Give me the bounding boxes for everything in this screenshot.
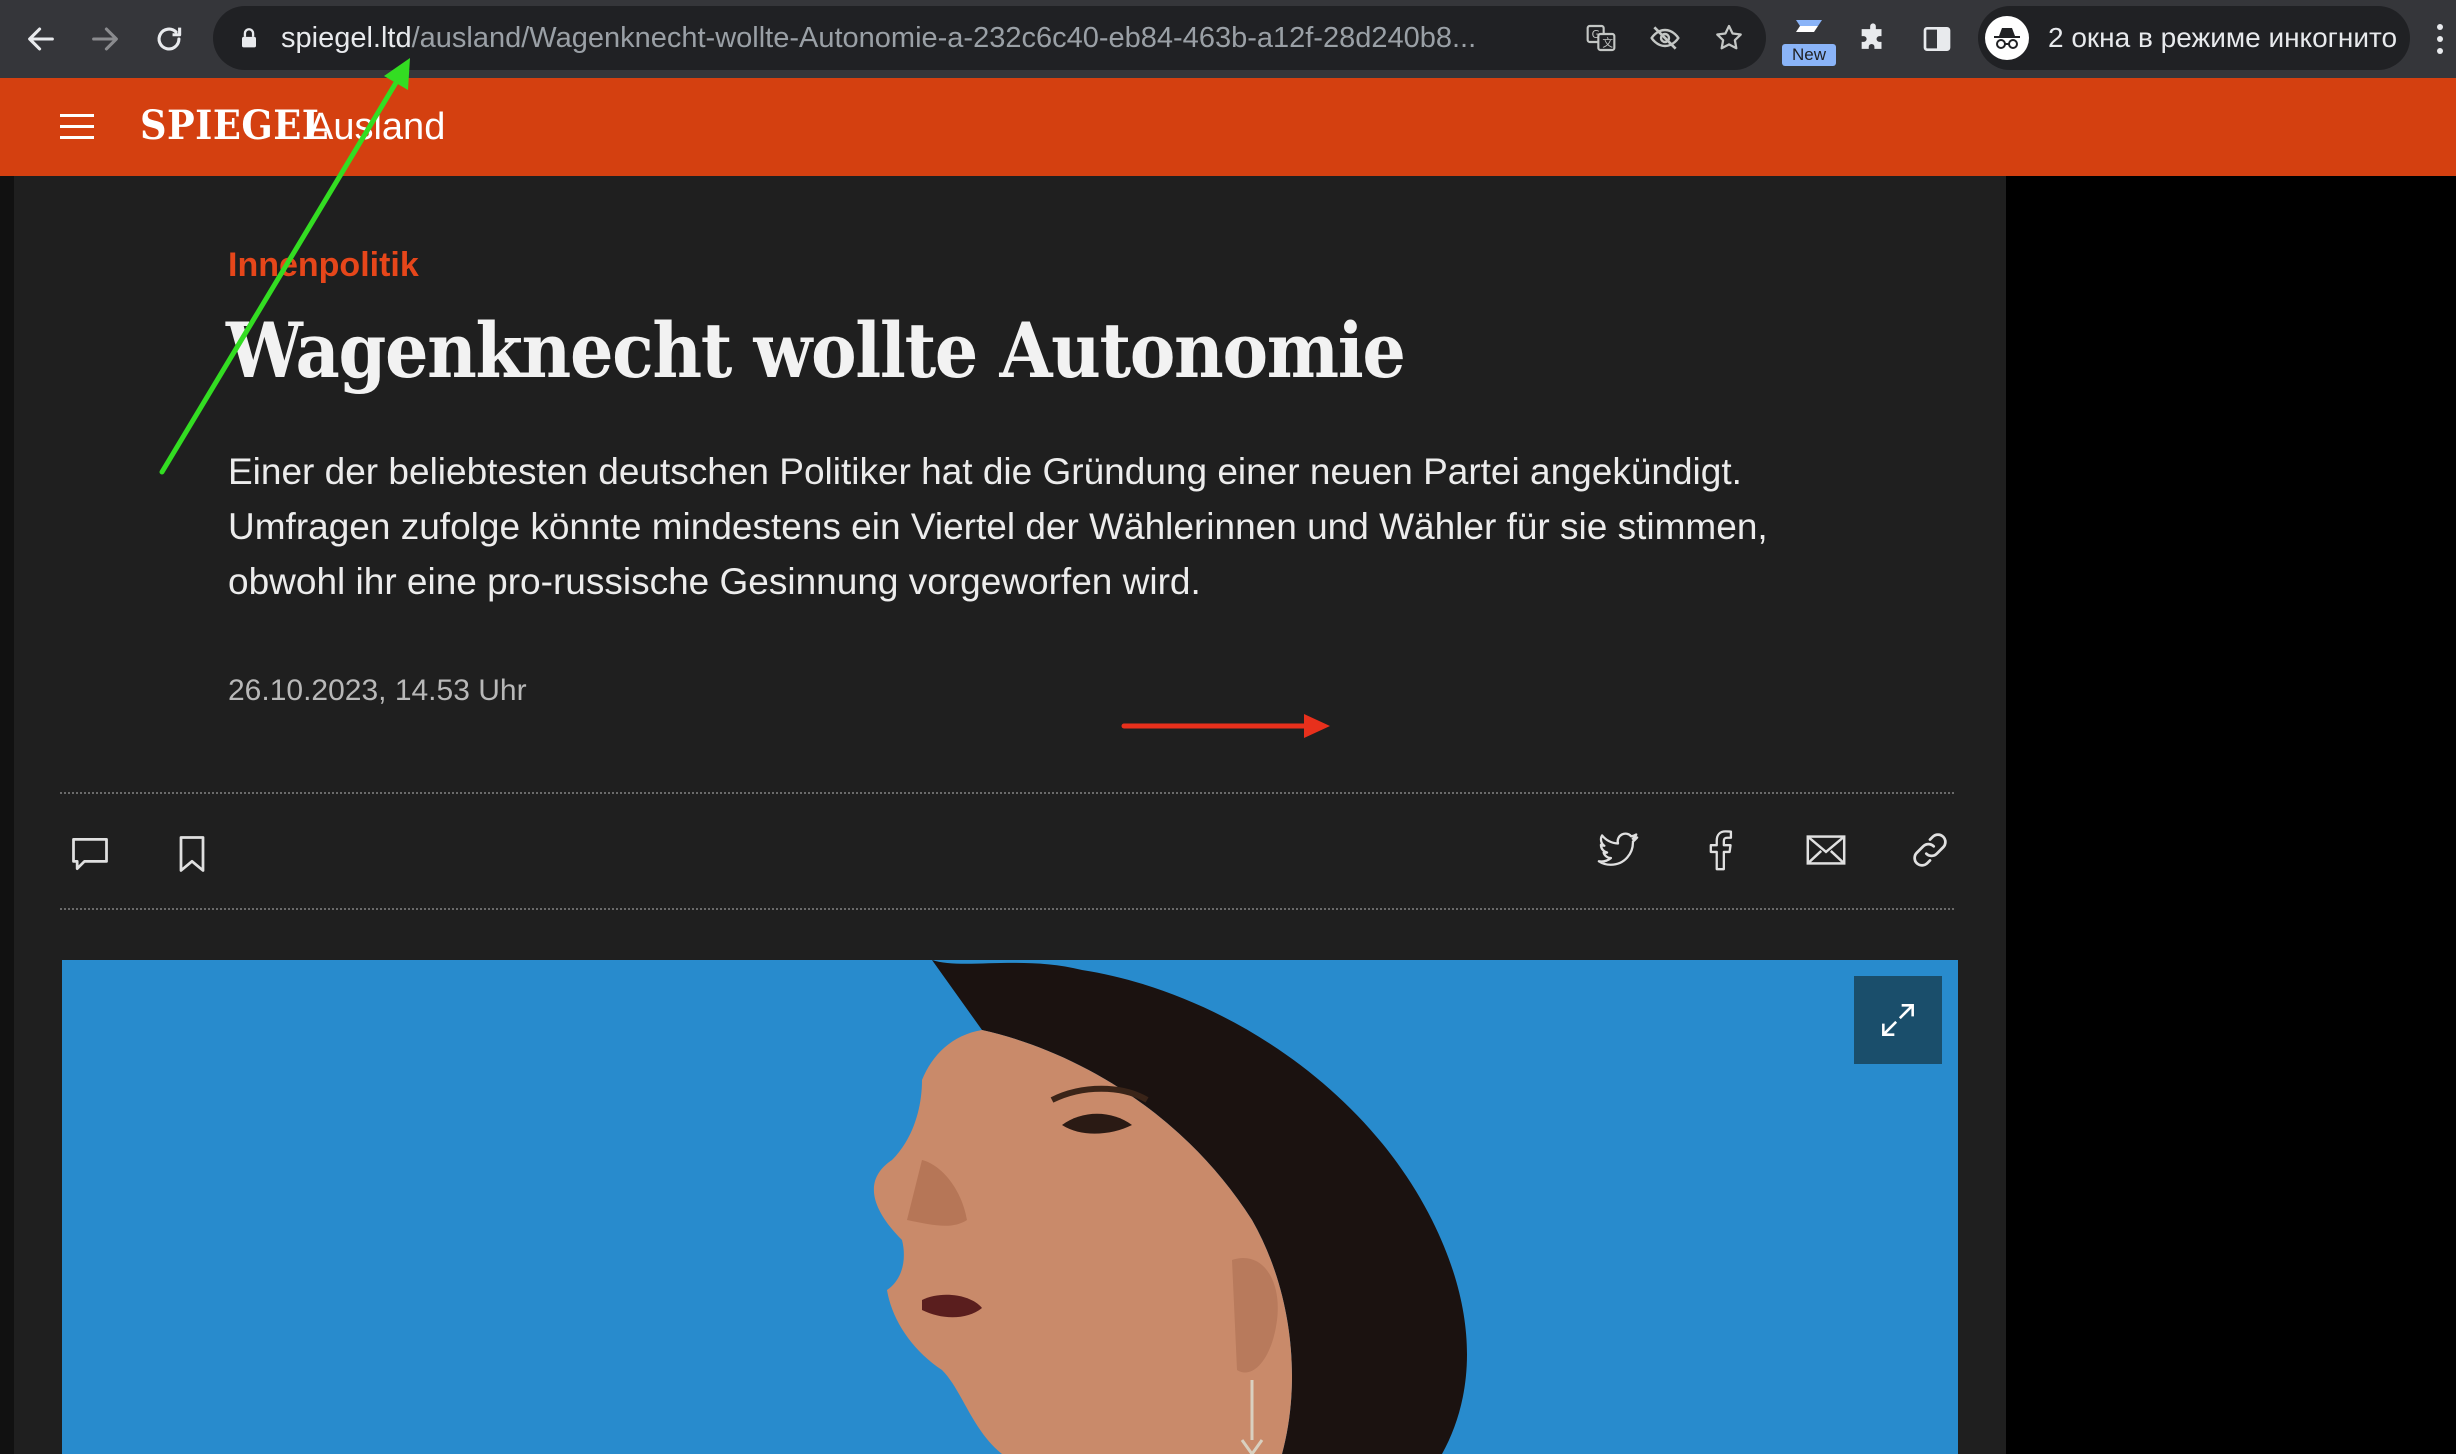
back-button[interactable] xyxy=(14,12,68,66)
article-lead: Einer der beliebtesten deutschen Politik… xyxy=(228,451,1768,602)
extensions-button[interactable] xyxy=(1846,12,1900,66)
page-left-edge xyxy=(0,176,14,1454)
comment-button[interactable] xyxy=(66,830,114,878)
article-kicker[interactable]: Innenpolitik xyxy=(228,246,419,285)
twitter-icon xyxy=(1597,832,1639,866)
lock-icon[interactable] xyxy=(235,24,263,52)
share-facebook-button[interactable] xyxy=(1696,826,1744,874)
bookmark-star-button[interactable] xyxy=(1711,20,1747,56)
facebook-icon xyxy=(1709,830,1733,871)
copy-link-button[interactable] xyxy=(1906,826,1954,874)
site-header: SPIEGEL Ausland xyxy=(0,78,2456,176)
translate-button[interactable]: G文 xyxy=(1583,20,1619,56)
share-mail-button[interactable] xyxy=(1802,826,1850,874)
url-text[interactable]: spiegel.ltd/ausland/Wagenknecht-wollte-A… xyxy=(281,6,1571,70)
tracking-protection-button[interactable] xyxy=(1647,20,1683,56)
section-name[interactable]: Ausland xyxy=(308,106,445,149)
browser-menu-button[interactable] xyxy=(2424,12,2456,66)
article-dateline: 26.10.2023, 14.53 Uhr xyxy=(228,674,527,707)
incognito-icon xyxy=(1985,16,2029,60)
svg-text:文: 文 xyxy=(1602,37,1613,50)
extension-new-button[interactable]: New xyxy=(1782,14,1836,66)
browser-toolbar: spiegel.ltd/ausland/Wagenknecht-wollte-A… xyxy=(0,0,2456,78)
page-right-gutter xyxy=(2006,176,2456,1454)
mail-icon xyxy=(1806,835,1846,865)
address-bar[interactable]: spiegel.ltd/ausland/Wagenknecht-wollte-A… xyxy=(213,6,1766,70)
new-badge: New xyxy=(1782,44,1836,66)
bookmark-icon xyxy=(179,836,205,872)
kebab-menu-icon xyxy=(2437,24,2443,54)
side-panel-button[interactable] xyxy=(1910,12,1964,66)
hero-image[interactable] xyxy=(62,960,1958,1454)
bookmark-button[interactable] xyxy=(168,830,216,878)
divider-bottom xyxy=(60,908,1954,910)
url-path: /ausland/Wagenknecht-wollte-Autonomie-a-… xyxy=(411,21,1477,54)
reload-icon xyxy=(157,27,182,51)
incognito-label: 2 окна в режиме инкогнито xyxy=(2048,22,2398,53)
article: Innenpolitik Wagenknecht wollte Autonomi… xyxy=(14,176,2006,1454)
expand-image-button[interactable] xyxy=(1854,976,1942,1064)
article-headline: Wagenknecht wollte Autonomie xyxy=(226,306,1406,395)
extension-new-icon xyxy=(1796,20,1822,32)
expand-icon xyxy=(1882,1004,1914,1036)
eye-off-icon xyxy=(1650,26,1680,50)
divider-top xyxy=(60,792,1954,794)
hamburger-menu-icon[interactable] xyxy=(58,108,98,144)
puzzle-icon xyxy=(1861,23,1882,49)
url-host: spiegel.ltd xyxy=(281,21,412,54)
svg-text:G: G xyxy=(1592,28,1600,41)
share-twitter-button[interactable] xyxy=(1594,826,1642,874)
forward-button[interactable] xyxy=(78,12,132,66)
hero-photo xyxy=(62,960,1958,1454)
link-icon xyxy=(1913,833,1947,867)
comment-icon xyxy=(72,837,108,871)
forward-icon xyxy=(92,27,118,51)
site-logo[interactable]: SPIEGEL xyxy=(140,102,328,149)
star-icon xyxy=(1716,24,1742,50)
back-icon xyxy=(28,27,54,51)
sidepanel-icon xyxy=(1923,27,1951,51)
incognito-chip[interactable]: 2 окна в режиме инкогнито xyxy=(1978,6,2410,70)
translate-icon: G文 xyxy=(1586,24,1616,52)
reload-button[interactable] xyxy=(142,12,196,66)
